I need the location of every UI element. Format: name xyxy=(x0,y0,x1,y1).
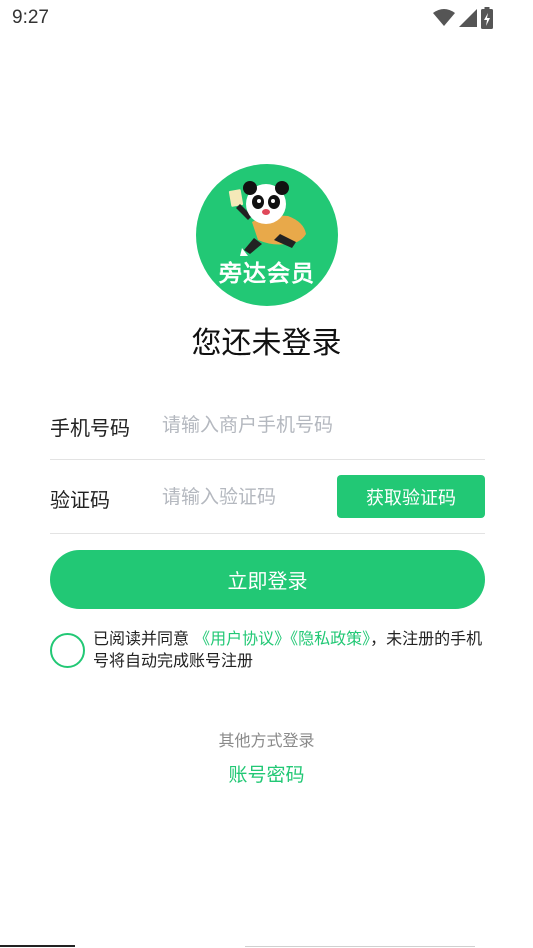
agreement-text: 已阅读并同意 《用户协议》《隐私政策》，未注册的手机号将自动完成账号注册 xyxy=(93,628,493,672)
agreement-prefix: 已阅读并同意 xyxy=(93,629,195,648)
code-input[interactable] xyxy=(162,482,322,512)
logo-text: 旁达会员 xyxy=(219,261,315,287)
nav-indicator-left xyxy=(0,945,75,947)
phone-input[interactable] xyxy=(162,410,462,440)
privacy-policy-link[interactable]: 《隐私政策》 xyxy=(290,629,370,648)
phone-row: 手机号码 xyxy=(50,398,485,460)
nav-indicator-right xyxy=(245,946,475,947)
status-time: 9:27 xyxy=(12,7,49,28)
app-logo: 旁达会员 xyxy=(196,164,338,306)
page-title: 您还未登录 xyxy=(191,326,342,361)
code-label: 验证码 xyxy=(50,488,110,512)
user-agreement-link[interactable]: 《用户协议》 xyxy=(194,629,290,648)
agreement-checkbox[interactable] xyxy=(50,633,85,668)
code-row: 验证码 获取验证码 xyxy=(50,460,485,534)
account-password-link[interactable]: 账号密码 xyxy=(0,760,533,787)
signal-icon xyxy=(459,9,477,27)
other-login-label: 其他方式登录 xyxy=(218,731,315,750)
login-button[interactable]: 立即登录 xyxy=(50,550,485,609)
battery-icon xyxy=(481,7,493,29)
phone-label: 手机号码 xyxy=(50,416,130,440)
status-icons xyxy=(433,7,493,29)
get-code-button[interactable]: 获取验证码 xyxy=(337,475,485,518)
wifi-icon xyxy=(433,9,455,27)
status-bar: 9:27 xyxy=(0,0,533,38)
